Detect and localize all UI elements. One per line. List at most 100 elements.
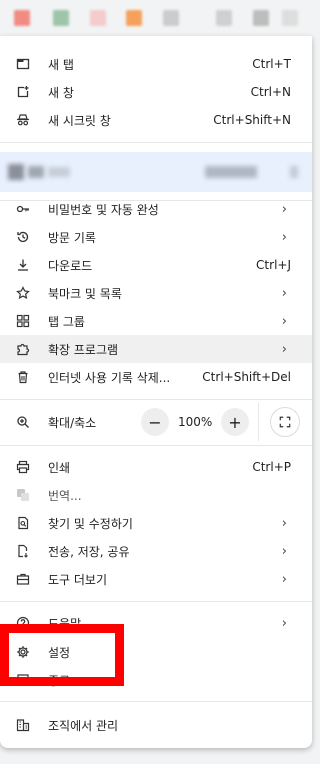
chevron-right-icon: › [281, 515, 287, 531]
menu-item-label: 인터넷 사용 기록 삭제... [48, 370, 171, 385]
menu-item-label: 새 시크릿 창 [48, 113, 111, 128]
history-icon [16, 230, 30, 244]
tab-favicon[interactable] [282, 10, 298, 26]
help-icon [16, 616, 30, 630]
tab-favicon[interactable] [53, 10, 69, 26]
exit-icon [16, 673, 30, 687]
tab-favicon[interactable] [253, 10, 269, 26]
menu-item-shortcut: Ctrl+Shift+N [213, 113, 291, 127]
menu-item-shortcut: Ctrl+T [252, 57, 291, 71]
profile-status-redacted [290, 166, 298, 178]
tab-strip [0, 0, 316, 36]
menu-item-tab-groups[interactable]: 탭 그룹 › [0, 307, 312, 335]
menu-item-managed-by-org[interactable]: 조직에서 관리 [0, 711, 312, 739]
menu-item-bookmarks[interactable]: 북마크 및 목록 › [0, 279, 312, 307]
menu-item-more-tools[interactable]: 도구 더보기 › [0, 565, 312, 593]
menu-item-new-tab[interactable]: 새 탭 Ctrl+T [0, 50, 312, 78]
chevron-right-icon: › [281, 341, 287, 357]
menu-item-label: 번역... [48, 488, 82, 503]
download-icon [16, 258, 30, 272]
save-share-icon [16, 544, 30, 558]
avatar [8, 164, 24, 180]
building-icon [16, 718, 30, 732]
menu-item-shortcut: Ctrl+J [256, 258, 291, 272]
zoom-icon [16, 415, 30, 429]
find-icon [16, 516, 30, 530]
menu-item-find-edit[interactable]: 찾기 및 수정하기 › [0, 509, 312, 537]
menu-item-extensions[interactable]: 확장 프로그램 › [0, 335, 312, 363]
profile-status-redacted [205, 166, 257, 178]
menu-item-print[interactable]: 인쇄 Ctrl+P [0, 453, 312, 481]
menu-item-label: 종료 [48, 673, 71, 688]
toolbox-icon [16, 572, 30, 586]
menu-item-help[interactable]: 도움말 › [0, 609, 312, 637]
menu-item-history[interactable]: 방문 기록 › [0, 223, 312, 251]
incognito-icon [16, 113, 30, 127]
menu-item-passwords[interactable]: 비밀번호 및 자동 완성 › [0, 195, 312, 223]
tab-favicon[interactable] [14, 10, 30, 26]
menu-divider [0, 601, 312, 602]
menu-item-label: 도구 더보기 [48, 572, 108, 587]
menu-item-new-window[interactable]: 새 창 Ctrl+N [0, 78, 312, 106]
chrome-main-menu: 새 탭 Ctrl+T 새 창 Ctrl+N 새 시크릿 창 Ctrl+Shift… [0, 36, 312, 748]
menu-item-clear-browsing-data[interactable]: 인터넷 사용 기록 삭제... Ctrl+Shift+Del [0, 363, 312, 391]
new-tab-icon [16, 57, 30, 71]
menu-item-label: 비밀번호 및 자동 완성 [48, 202, 159, 217]
key-icon [16, 202, 30, 216]
chevron-right-icon: › [281, 229, 287, 245]
tab-favicon[interactable] [163, 10, 179, 26]
zoom-row: 확대/축소 − 100% + [0, 403, 312, 441]
menu-item-shortcut: Ctrl+P [252, 460, 291, 474]
menu-item-settings[interactable]: 설정 [0, 638, 312, 666]
menu-item-label: 확대/축소 [48, 415, 97, 430]
chevron-right-icon: › [281, 201, 287, 217]
puzzle-icon [16, 342, 30, 356]
menu-item-shortcut: Ctrl+Shift+Del [202, 370, 291, 384]
fullscreen-button[interactable] [270, 407, 300, 437]
menu-divider [0, 142, 312, 143]
translate-icon [16, 488, 30, 502]
menu-divider [0, 399, 312, 400]
zoom-in-button[interactable]: + [221, 408, 249, 436]
star-icon [16, 286, 30, 300]
menu-item-incognito[interactable]: 새 시크릿 창 Ctrl+Shift+N [0, 106, 312, 134]
menu-item-label: 다운로드 [48, 258, 93, 273]
print-icon [16, 460, 30, 474]
menu-item-label: 설정 [48, 645, 71, 660]
fullscreen-icon [279, 416, 291, 428]
menu-item-label: 새 탭 [48, 57, 74, 72]
menu-item-label: 확장 프로그램 [48, 342, 119, 357]
menu-item-label: 방문 기록 [48, 230, 96, 245]
menu-item-label: 전송, 저장, 공유 [48, 544, 130, 559]
menu-item-label: 인쇄 [48, 460, 71, 475]
menu-item-exit[interactable]: 종료 [0, 666, 312, 694]
chevron-right-icon: › [281, 571, 287, 587]
zoom-divider [258, 403, 259, 441]
tab-favicon[interactable] [216, 10, 232, 26]
menu-item-label: 북마크 및 목록 [48, 286, 122, 301]
menu-item-label: 도움말 [48, 616, 82, 631]
profile-row[interactable] [0, 152, 312, 192]
zoom-level: 100% [178, 415, 213, 429]
tab-favicon[interactable] [126, 10, 142, 26]
profile-name-redacted [48, 167, 70, 177]
menu-item-label: 탭 그룹 [48, 314, 85, 329]
menu-divider [0, 701, 312, 702]
profile-name-redacted [28, 166, 44, 178]
chevron-right-icon: › [281, 285, 287, 301]
menu-item-translate[interactable]: 번역... [0, 481, 312, 509]
menu-item-cast-save-share[interactable]: 전송, 저장, 공유 › [0, 537, 312, 565]
chevron-right-icon: › [281, 313, 287, 329]
trash-icon [16, 370, 30, 384]
chevron-right-icon: › [281, 543, 287, 559]
tab-groups-icon [16, 314, 30, 328]
menu-divider [0, 445, 312, 446]
menu-item-label: 조직에서 관리 [48, 718, 119, 733]
tab-favicon[interactable] [90, 10, 106, 26]
zoom-out-button[interactable]: − [141, 408, 169, 436]
menu-item-label: 찾기 및 수정하기 [48, 516, 133, 531]
menu-item-shortcut: Ctrl+N [250, 85, 291, 99]
menu-item-downloads[interactable]: 다운로드 Ctrl+J [0, 251, 312, 279]
gear-icon [16, 645, 30, 659]
chevron-right-icon: › [281, 615, 287, 631]
